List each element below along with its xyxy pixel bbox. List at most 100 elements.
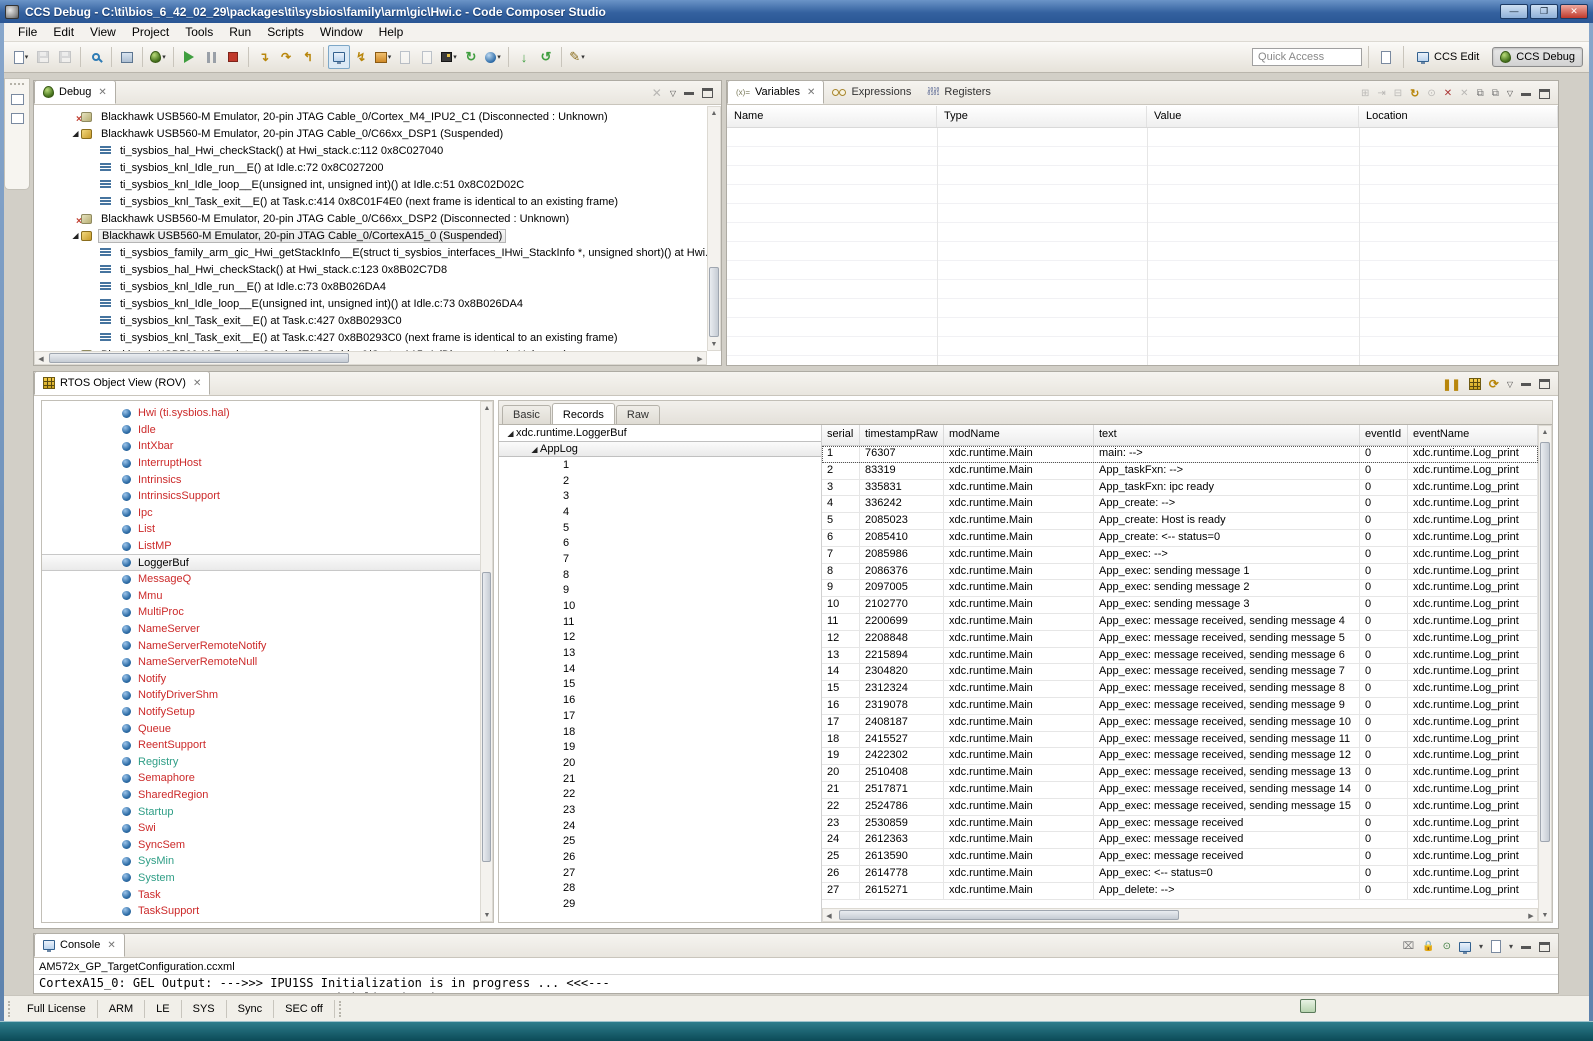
- records-table-row[interactable]: 82086376xdc.runtime.MainApp_exec: sendin…: [822, 564, 1538, 581]
- step-forward-button[interactable]: ↓: [513, 45, 535, 69]
- maximize-view-icon[interactable]: [702, 88, 713, 98]
- records-table-row[interactable]: 212517871xdc.runtime.MainApp_exec: messa…: [822, 782, 1538, 799]
- records-table-row[interactable]: 262614778xdc.runtime.MainApp_exec: <-- s…: [822, 866, 1538, 883]
- record-number-item[interactable]: 18: [499, 724, 821, 740]
- records-table-row[interactable]: 182415527xdc.runtime.MainApp_exec: messa…: [822, 732, 1538, 749]
- view-menu-icon[interactable]: ▽: [1507, 380, 1513, 389]
- menu-tools[interactable]: Tools: [177, 23, 221, 42]
- tab-records[interactable]: Records: [552, 403, 615, 424]
- rov-module-item[interactable]: Queue: [42, 720, 480, 737]
- tab-raw[interactable]: Raw: [616, 405, 660, 424]
- debug-tree-row[interactable]: ti_sysbios_knl_Idle_loop__E(unsigned int…: [34, 176, 707, 193]
- record-number-item[interactable]: 9: [499, 583, 821, 599]
- rov-module-item[interactable]: InterruptHost: [42, 455, 480, 472]
- rov-module-item[interactable]: Hwi (ti.sysbios.hal): [42, 405, 480, 422]
- rov-module-item[interactable]: Ipc: [42, 505, 480, 522]
- debug-button[interactable]: ▾: [147, 45, 169, 69]
- connect-target-button[interactable]: [328, 45, 350, 69]
- records-table-row[interactable]: 242612363xdc.runtime.MainApp_exec: messa…: [822, 832, 1538, 849]
- rov-module-item[interactable]: Semaphore: [42, 770, 480, 787]
- rewind-button[interactable]: ↺: [535, 45, 557, 69]
- search-button[interactable]: [85, 45, 107, 69]
- records-table-row[interactable]: 122208848xdc.runtime.MainApp_exec: messa…: [822, 631, 1538, 648]
- record-number-item[interactable]: 16: [499, 692, 821, 708]
- refresh-icon[interactable]: ↻: [1410, 87, 1419, 100]
- restore-view-icon[interactable]: [11, 94, 24, 105]
- rov-module-item[interactable]: SharedRegion: [42, 787, 480, 804]
- add-watch-icon[interactable]: ⇥: [1377, 88, 1385, 99]
- flash-button[interactable]: ↯: [350, 45, 372, 69]
- open-console-menu-icon[interactable]: ▾: [1509, 942, 1513, 951]
- open-console-icon[interactable]: [1491, 940, 1501, 953]
- clear-console-icon[interactable]: ⌧: [1403, 941, 1415, 952]
- minimize-view-icon[interactable]: [684, 91, 694, 95]
- tree-node-applog[interactable]: ◢ AppLog: [499, 441, 821, 457]
- rov-module-item[interactable]: NameServer: [42, 621, 480, 638]
- tab-basic[interactable]: Basic: [502, 405, 551, 424]
- debug-tree-row[interactable]: ×Blackhawk USB560-M Emulator, 20-pin JTA…: [34, 210, 707, 227]
- minimize-view-icon[interactable]: [1521, 382, 1531, 386]
- tab-rov[interactable]: RTOS Object View (ROV) ✕: [34, 371, 210, 395]
- records-table-row[interactable]: 272615271xdc.runtime.MainApp_delete: -->…: [822, 883, 1538, 900]
- records-table-row[interactable]: 192422302xdc.runtime.MainApp_exec: messa…: [822, 748, 1538, 765]
- step-into-button[interactable]: ↴: [253, 45, 275, 69]
- records-column-timestampRaw[interactable]: timestampRaw: [860, 425, 944, 445]
- resume-button[interactable]: [178, 45, 200, 69]
- rov-module-item[interactable]: NameServerRemoteNotify: [42, 637, 480, 654]
- load-program-button[interactable]: ▾: [372, 45, 394, 69]
- close-icon[interactable]: ✕: [193, 378, 201, 389]
- record-number-item[interactable]: 6: [499, 535, 821, 551]
- menu-help[interactable]: Help: [371, 23, 412, 42]
- debug-tree-row[interactable]: ×Blackhawk USB560-M Emulator, 20-pin JTA…: [34, 108, 707, 125]
- menu-window[interactable]: Window: [312, 23, 371, 42]
- record-number-item[interactable]: 22: [499, 786, 821, 802]
- menu-project[interactable]: Project: [124, 23, 177, 42]
- records-table-row[interactable]: 222524786xdc.runtime.MainApp_exec: messa…: [822, 799, 1538, 816]
- menu-run[interactable]: Run: [221, 23, 259, 42]
- tab-variables[interactable]: (x)= Variables ✕: [727, 80, 824, 104]
- rov-module-item[interactable]: MessageQ: [42, 571, 480, 588]
- record-number-item[interactable]: 20: [499, 755, 821, 771]
- maximize-window-button[interactable]: ❐: [1530, 4, 1558, 19]
- debug-tree-row[interactable]: ti_sysbios_knl_Task_exit__E() at Task.c:…: [34, 193, 707, 210]
- rov-module-item[interactable]: MultiProc: [42, 604, 480, 621]
- record-number-item[interactable]: 27: [499, 865, 821, 881]
- close-icon[interactable]: ✕: [98, 87, 106, 98]
- record-number-item[interactable]: 25: [499, 834, 821, 850]
- show-type-icon[interactable]: ⊞: [1361, 88, 1369, 99]
- records-table-row[interactable]: 52085023xdc.runtime.MainApp_create: Host…: [822, 513, 1538, 530]
- record-number-item[interactable]: 17: [499, 708, 821, 724]
- records-column-serial[interactable]: serial: [822, 425, 860, 445]
- variables-column-name[interactable]: Name: [727, 106, 937, 127]
- debug-tree-row[interactable]: ti_sysbios_knl_Idle_loop__E(unsigned int…: [34, 295, 707, 312]
- rov-module-item[interactable]: NotifySetup: [42, 704, 480, 721]
- maximize-view-icon[interactable]: [1539, 942, 1550, 952]
- record-number-item[interactable]: 14: [499, 661, 821, 677]
- pin-console-icon[interactable]: ⊙: [1443, 941, 1451, 952]
- records-hscrollbar[interactable]: ◀ ▶: [822, 908, 1538, 922]
- step-return-button[interactable]: ↰: [297, 45, 319, 69]
- record-number-item[interactable]: 28: [499, 881, 821, 897]
- rov-module-item[interactable]: NameServerRemoteNull: [42, 654, 480, 671]
- record-number-item[interactable]: 3: [499, 488, 821, 504]
- record-number-item[interactable]: 19: [499, 739, 821, 755]
- rov-module-item[interactable]: IntXbar: [42, 438, 480, 455]
- menu-edit[interactable]: Edit: [45, 23, 82, 42]
- console-menu-icon[interactable]: ▾: [1479, 942, 1483, 951]
- records-table-row[interactable]: 4336242xdc.runtime.MainApp_create: -->0x…: [822, 496, 1538, 513]
- records-table-row[interactable]: 142304820xdc.runtime.MainApp_exec: messa…: [822, 664, 1538, 681]
- remove-terminated-icon[interactable]: ✕: [652, 86, 662, 100]
- step-over-button[interactable]: ↷: [275, 45, 297, 69]
- tree-node-loggerbuf[interactable]: ◢ xdc.runtime.LoggerBuf: [499, 425, 821, 441]
- records-table-row[interactable]: 232530859xdc.runtime.MainApp_exec: messa…: [822, 816, 1538, 833]
- detach-view-icon[interactable]: ⧉: [1492, 88, 1499, 99]
- rov-module-item[interactable]: System: [42, 870, 480, 887]
- records-table-row[interactable]: 62085410xdc.runtime.MainApp_create: <-- …: [822, 530, 1538, 547]
- perspective-ccs-debug[interactable]: CCS Debug: [1492, 47, 1583, 67]
- debug-tree-row[interactable]: ti_sysbios_family_arm_gic_Hwi_getStackIn…: [34, 244, 707, 261]
- maximize-view-icon[interactable]: [1539, 89, 1550, 99]
- record-number-item[interactable]: 2: [499, 473, 821, 489]
- variables-column-location[interactable]: Location: [1359, 106, 1558, 127]
- disconnect-button-1[interactable]: [394, 45, 416, 69]
- remove-icon[interactable]: ✕: [1444, 88, 1452, 99]
